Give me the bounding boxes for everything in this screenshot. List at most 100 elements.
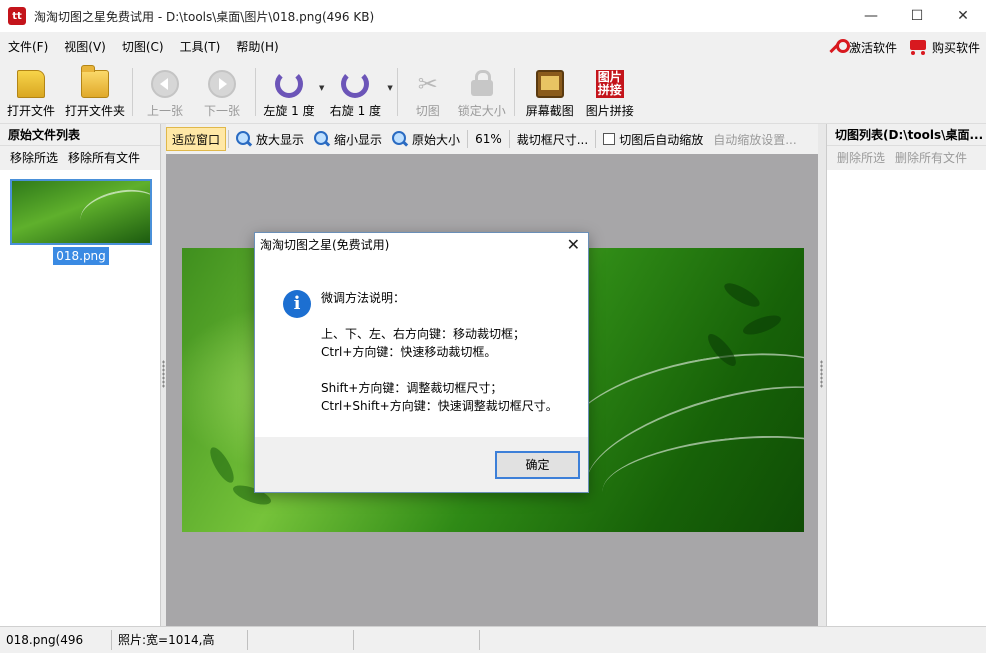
stitch-button[interactable]: 图片 拼接 图片拼接: [581, 62, 639, 122]
screenshot-icon: [535, 70, 564, 98]
zoom-out-label: 缩小显示: [334, 132, 383, 147]
dialog-body: i 微调方法说明： 上、下、左、右方向键：移动裁切框； Ctrl+方向键：快速移…: [255, 257, 588, 437]
fit-window-button[interactable]: 适应窗口: [166, 127, 227, 151]
file-thumbnail-item[interactable]: 018.png: [10, 179, 152, 265]
cut-list-panel: 切图列表(D:\tools\桌面... 删除所选 删除所有文件: [826, 124, 986, 626]
info-dialog: 淘淘切图之星(免费试用) ✕ i 微调方法说明： 上、下、左、右方向键：移动裁切…: [254, 232, 589, 493]
delete-selected-button[interactable]: 删除所选: [837, 146, 885, 170]
title-bar: tt 淘淘切图之星免费试用 - D:\tools\桌面\图片\018.png(4…: [0, 0, 986, 32]
open-folder-button[interactable]: 打开文件夹: [62, 62, 128, 122]
prev-arrow-icon: [151, 70, 179, 98]
zoom-in-icon: [236, 131, 252, 147]
zoom-out-button[interactable]: 缩小显示: [309, 127, 387, 151]
key-icon: [827, 38, 850, 56]
thumbnail-label: 018.png: [53, 247, 109, 265]
zoom-out-icon: [314, 131, 330, 147]
rotate-left-label: 左旋 1 度: [263, 104, 315, 118]
next-label: 下一张: [203, 104, 240, 118]
cut-list-header: 切图列表(D:\tools\桌面...: [827, 124, 986, 146]
toolbar-separator: [132, 68, 133, 116]
menu-file[interactable]: 文件(F): [0, 32, 56, 62]
menu-tools[interactable]: 工具(T): [172, 32, 229, 62]
file-icon: [17, 70, 45, 98]
view-toolbar-separator: [467, 130, 469, 148]
status-bar: 018.png(496 KB) 照片:宽=1014,高=465: [0, 626, 986, 653]
activate-button[interactable]: 激活软件: [827, 38, 897, 56]
prev-label: 上一张: [146, 104, 183, 118]
status-file: 018.png(496 KB): [0, 630, 112, 650]
rotate-right-dropdown-icon[interactable]: ▼: [387, 84, 392, 92]
checkbox-icon: [603, 133, 616, 145]
view-toolbar-separator: [508, 130, 510, 148]
view-toolbar: 适应窗口 放大显示 缩小显示 原始大小 61% 裁切框尺寸... 切图后自动缩放…: [166, 126, 818, 152]
maximize-button[interactable]: ☐: [894, 0, 940, 32]
info-icon: i: [283, 290, 311, 318]
cut-label: 切图: [415, 104, 440, 118]
lock-icon: [468, 70, 496, 98]
screenshot-button[interactable]: 屏幕截图: [519, 62, 581, 122]
right-splitter[interactable]: [818, 124, 826, 626]
menu-help[interactable]: 帮助(H): [228, 32, 286, 62]
stitch-icon: 图片 拼接: [595, 70, 624, 98]
remove-all-button[interactable]: 移除所有文件: [68, 146, 140, 170]
status-dimensions: 照片:宽=1014,高=465: [112, 630, 248, 650]
source-file-panel: 原始文件列表 移除所选 移除所有文件 018.png: [0, 124, 161, 626]
menu-view[interactable]: 视图(V): [56, 32, 114, 62]
menu-cut[interactable]: 切图(C): [114, 32, 172, 62]
open-file-label: 打开文件: [6, 104, 55, 118]
auto-zoom-settings-button[interactable]: 自动缩放设置...: [708, 127, 801, 151]
folder-icon: [81, 65, 109, 98]
rotate-right-button[interactable]: 右旋 1 度: [324, 62, 386, 122]
buy-button[interactable]: 购买软件: [907, 37, 980, 57]
auto-zoom-checkbox[interactable]: 切图后自动缩放: [598, 127, 708, 151]
source-file-header: 原始文件列表: [0, 124, 160, 146]
app-logo-icon: tt: [8, 7, 26, 25]
dialog-footer: 确定: [255, 437, 588, 492]
toolbar-separator: [255, 68, 256, 116]
scissors-icon: ✂: [417, 70, 438, 98]
next-image-button[interactable]: 下一张: [193, 62, 251, 122]
rotate-left-icon: [275, 70, 303, 98]
prev-image-button[interactable]: 上一张: [137, 62, 193, 122]
cart-icon: [907, 37, 929, 57]
rotate-right-label: 右旋 1 度: [329, 104, 382, 118]
ok-button[interactable]: 确定: [495, 451, 580, 479]
main-toolbar: 打开文件 打开文件夹 上一张 下一张 左旋 1 度 ▼ 右旋 1 度 ▼ ✂ 切…: [0, 62, 986, 124]
dialog-title: 淘淘切图之星(免费试用): [260, 238, 390, 252]
delete-all-button[interactable]: 删除所有文件: [895, 146, 967, 170]
screenshot-label: 屏幕截图: [525, 104, 574, 118]
dialog-close-icon[interactable]: ✕: [567, 235, 580, 254]
remove-selected-button[interactable]: 移除所选: [10, 146, 58, 170]
cut-list-actions: 删除所选 删除所有文件: [827, 146, 986, 170]
activate-label: 激活软件: [848, 40, 897, 55]
open-folder-label: 打开文件夹: [64, 104, 125, 118]
rotate-right-icon: [341, 70, 370, 98]
zoom-in-label: 放大显示: [256, 132, 305, 147]
window-title: 淘淘切图之星免费试用 - D:\tools\桌面\图片\018.png(496 …: [34, 9, 375, 24]
view-toolbar-separator: [595, 130, 597, 148]
original-size-icon: [392, 131, 408, 147]
crop-size-button[interactable]: 裁切框尺寸...: [512, 127, 593, 151]
zoom-in-button[interactable]: 放大显示: [231, 127, 309, 151]
toolbar-separator: [396, 68, 398, 116]
minimize-button[interactable]: —: [848, 0, 894, 32]
zoom-level: 61%: [475, 132, 502, 146]
buy-label: 购买软件: [931, 40, 980, 55]
rotate-left-button[interactable]: 左旋 1 度: [260, 62, 318, 122]
cut-button[interactable]: ✂ 切图: [402, 62, 454, 122]
auto-zoom-label: 切图后自动缩放: [619, 132, 704, 147]
source-file-actions: 移除所选 移除所有文件: [0, 146, 160, 170]
status-empty: [248, 630, 354, 650]
toolbar-separator: [513, 68, 515, 116]
original-size-button[interactable]: 原始大小: [387, 127, 465, 151]
next-arrow-icon: [208, 70, 236, 98]
menu-bar: 文件(F) 视图(V) 切图(C) 工具(T) 帮助(H) 激活软件 购买软件: [0, 32, 986, 62]
dialog-message: 微调方法说明： 上、下、左、右方向键：移动裁切框； Ctrl+方向键：快速移动裁…: [321, 291, 558, 413]
stitch-label: 图片拼接: [585, 104, 634, 118]
close-button[interactable]: ✕: [940, 0, 986, 32]
thumbnail-image[interactable]: [10, 179, 152, 245]
status-empty: [354, 630, 480, 650]
open-file-button[interactable]: 打开文件: [0, 62, 62, 122]
lock-size-label: 锁定大小: [457, 104, 506, 118]
lock-size-button[interactable]: 锁定大小: [454, 62, 510, 122]
